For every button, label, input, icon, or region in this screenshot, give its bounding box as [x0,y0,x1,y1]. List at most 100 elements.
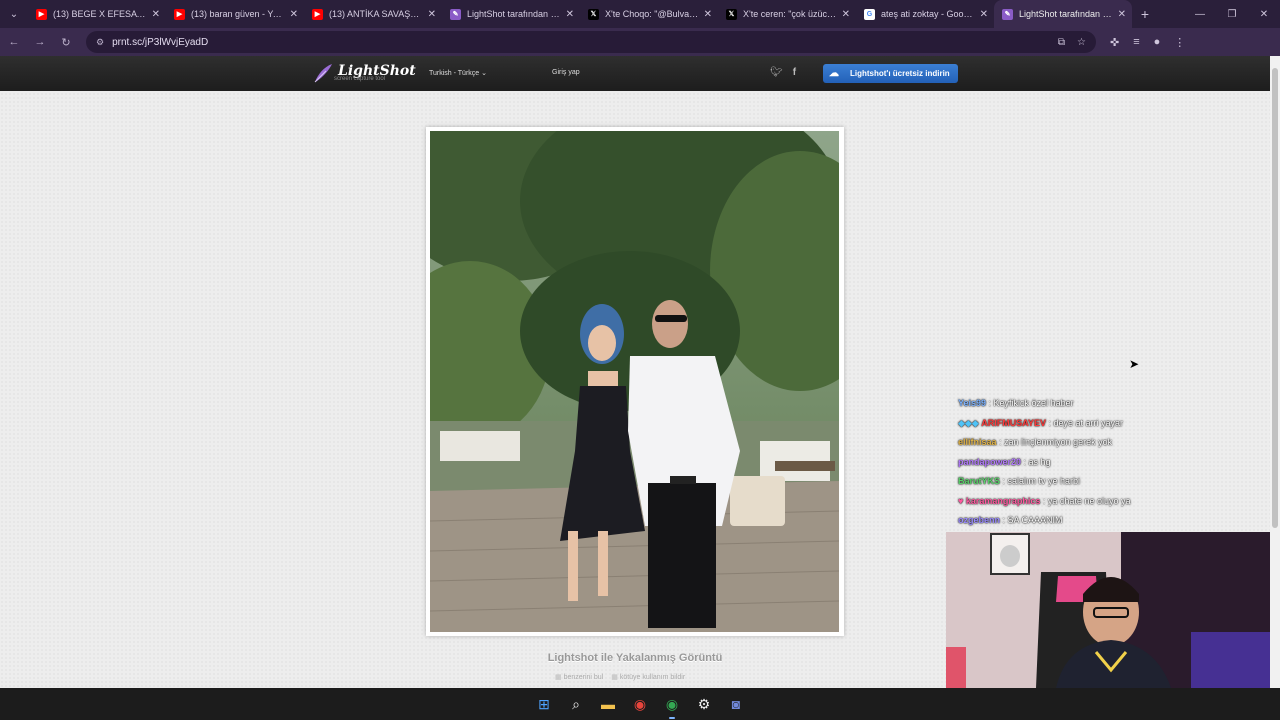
download-button[interactable]: ☁ Lightshot'ı ücretsiz indirin [823,64,958,83]
tab-close-icon[interactable]: ✕ [290,9,298,20]
browser-tab[interactable]: 𝕏 X'te ceren: "çok üzücü bi ✕ [718,0,856,28]
search-icon[interactable]: ⌕ [565,693,587,715]
webcam-illustration [946,532,1270,688]
chat-username: Yeis99 [958,398,987,408]
chat-username: karamangraphics [965,495,1041,506]
language-selector[interactable]: Turkish - Türkçe ⌄ [429,69,487,77]
browser-tab[interactable]: 𝕏 X'te Choqo: "@Bulvarpre ✕ [580,0,718,28]
file-explorer-icon[interactable]: ▬ [597,693,619,715]
forward-icon[interactable]: → [28,30,52,54]
tab-close-icon[interactable]: ✕ [428,9,436,20]
tab-search-chevron-icon[interactable]: ⌄ [0,0,28,28]
minimize-icon[interactable]: — [1184,0,1216,28]
address-bar[interactable]: ⚙ prnt.sc/jP3lWvjEyadD ⧉ ☆ [86,31,1096,53]
chrome-icon[interactable]: ◉ [629,693,651,715]
tab-close-icon[interactable]: ✕ [1118,9,1126,20]
social-links: 🐦︎ f [770,67,796,78]
screenshot-caption: Lightshot ile Yakalanmış Görüntü [547,652,723,664]
lightshot-icon: ✎ [1002,8,1013,20]
find-similar-link[interactable]: benzerini bul [555,673,604,681]
twitter-icon[interactable]: 🐦︎ [770,67,783,78]
tab-title: X'te Choqo: "@Bulvarpre [605,9,700,19]
chat-message: ◆◆◆ ARIFMUSAYEV : deye at arri yayar [958,418,1258,438]
menu-kebab-icon[interactable]: ⋮ [1174,36,1185,49]
chat-username: ARIFMUSAYEV [981,417,1046,428]
tab-close-icon[interactable]: ✕ [152,9,160,20]
tab-title: X'te ceren: "çok üzücü bi [743,9,838,19]
chrome-profile-icon[interactable]: ◉ [661,693,683,719]
browser-toolbar: ← → ↻ ⚙ prnt.sc/jP3lWvjEyadD ⧉ ☆ ✜ ≡ ● ⋮ [0,28,1280,56]
browser-tab[interactable]: ▶ (13) ANTİKA SAVAŞLARI ! ✕ [304,0,442,28]
browser-tab[interactable]: ✎ LightShot tarafından Ekra ✕ [442,0,580,28]
bookmark-star-icon[interactable]: ☆ [1077,37,1086,48]
page-viewport: LightShot screen capture tool Turkish - … [0,56,1270,688]
discord-icon[interactable]: ◙ [725,693,747,715]
profile-avatar-icon[interactable]: ● [1154,36,1161,49]
chat-message: pandapower20 : as hg [958,457,1258,477]
google-icon: G [864,8,875,20]
facebook-icon[interactable]: f [793,67,796,78]
tab-title: (13) ANTİKA SAVAŞLARI ! [329,9,424,19]
browser-tab[interactable]: ▶ (13) BEGE X EFESAVAGE - ✕ [28,0,166,28]
youtube-icon: ▶ [36,8,47,20]
streamer-webcam-overlay [946,532,1270,688]
extensions-icon[interactable]: ✜ [1110,36,1119,49]
caption-links: benzerini bul kötüye kullanım bildir [555,673,686,681]
youtube-icon: ▶ [174,8,185,20]
browser-tab[interactable]: ▶ (13) baran güven - YouTu ✕ [166,0,304,28]
chat-text: : deye at arri yayar [1048,417,1123,428]
tab-close-icon[interactable]: ✕ [704,9,712,20]
chat-message: ♥ karamangraphics : ya chate ne oluyo ya [958,496,1258,516]
media-controls-icon[interactable]: ≡ [1133,36,1139,49]
tab-close-icon[interactable]: ✕ [566,9,574,20]
install-app-icon[interactable]: ⧉ [1058,37,1065,48]
download-cloud-icon: ☁ [829,68,839,79]
close-window-icon[interactable]: ✕ [1248,0,1280,28]
chat-badges-icon: ◆◆◆ [958,417,982,428]
report-abuse-link[interactable]: kötüye kullanım bildir [611,673,685,681]
page-scrollbar[interactable] [1270,56,1280,688]
stream-chat-overlay: Yeis99 : Keyfikick özel haber ◆◆◆ ARIFMUS… [958,398,1258,535]
tab-title: LightShot tarafından Ekra [467,9,562,19]
windows-taskbar: ⊞ ⌕ ▬ ◉ ◉ ⚙ ◙ [0,688,1280,720]
chat-username: ellifnisaa [958,437,997,447]
feather-icon [314,64,332,83]
chat-message: ellifnisaa : zan linçlenmiyon gerek yok [958,437,1258,457]
chevron-down-icon: ⌄ [481,70,488,77]
lightshot-header: LightShot screen capture tool Turkish - … [0,56,1270,91]
language-label: Turkish - Türkçe [429,70,480,77]
tab-title: (13) BEGE X EFESAVAGE - [53,9,148,19]
photo-illustration [430,131,839,632]
lightshot-logo[interactable]: LightShot screen capture tool [312,62,416,84]
captured-photo[interactable] [430,131,839,632]
tab-title: LightShot tarafından Ekra [1019,9,1114,19]
browser-tab[interactable]: Gateş ati zoktay - Google'd ✕ [856,0,994,28]
x-icon: 𝕏 [588,8,599,20]
chat-text: : zan linçlenmiyon gerek yok [999,437,1113,447]
login-link[interactable]: Giriş yap [552,69,580,76]
tab-close-icon[interactable]: ✕ [980,9,988,20]
back-icon[interactable]: ← [2,30,26,54]
browser-tab-bar: ⌄ ▶ (13) BEGE X EFESAVAGE - ✕ ▶ (13) baran g… [0,0,1280,28]
chat-message: Yeis99 : Keyfikick özel haber [958,398,1258,418]
restore-icon[interactable]: ❐ [1216,0,1248,28]
settings-icon[interactable]: ⚙ [693,693,715,715]
new-tab-button[interactable]: + [1132,6,1158,22]
site-info-icon[interactable]: ⚙ [96,37,104,48]
lightshot-icon: ✎ [450,8,461,20]
windows-start-icon[interactable]: ⊞ [533,693,555,715]
mouse-cursor-icon: ➤ [1129,357,1140,371]
chat-username: ozgebenn [958,515,1000,525]
url-text: prnt.sc/jP3lWvjEyadD [112,36,209,48]
chat-text: : ya chate ne oluyo ya [1042,495,1131,506]
chat-username: BarutYKS [958,476,1001,486]
youtube-icon: ▶ [312,8,323,20]
reload-icon[interactable]: ↻ [54,30,78,54]
browser-tab[interactable]: ✎ LightShot tarafından Ekra ✕ [994,0,1132,28]
scrollbar-thumb[interactable] [1272,68,1278,528]
chat-text: : as hg [1023,456,1051,467]
heart-badge-icon: ♥ [958,495,966,506]
tab-title: ateş ati zoktay - Google'd [881,9,976,19]
tab-close-icon[interactable]: ✕ [842,9,850,20]
x-icon: 𝕏 [726,8,737,20]
